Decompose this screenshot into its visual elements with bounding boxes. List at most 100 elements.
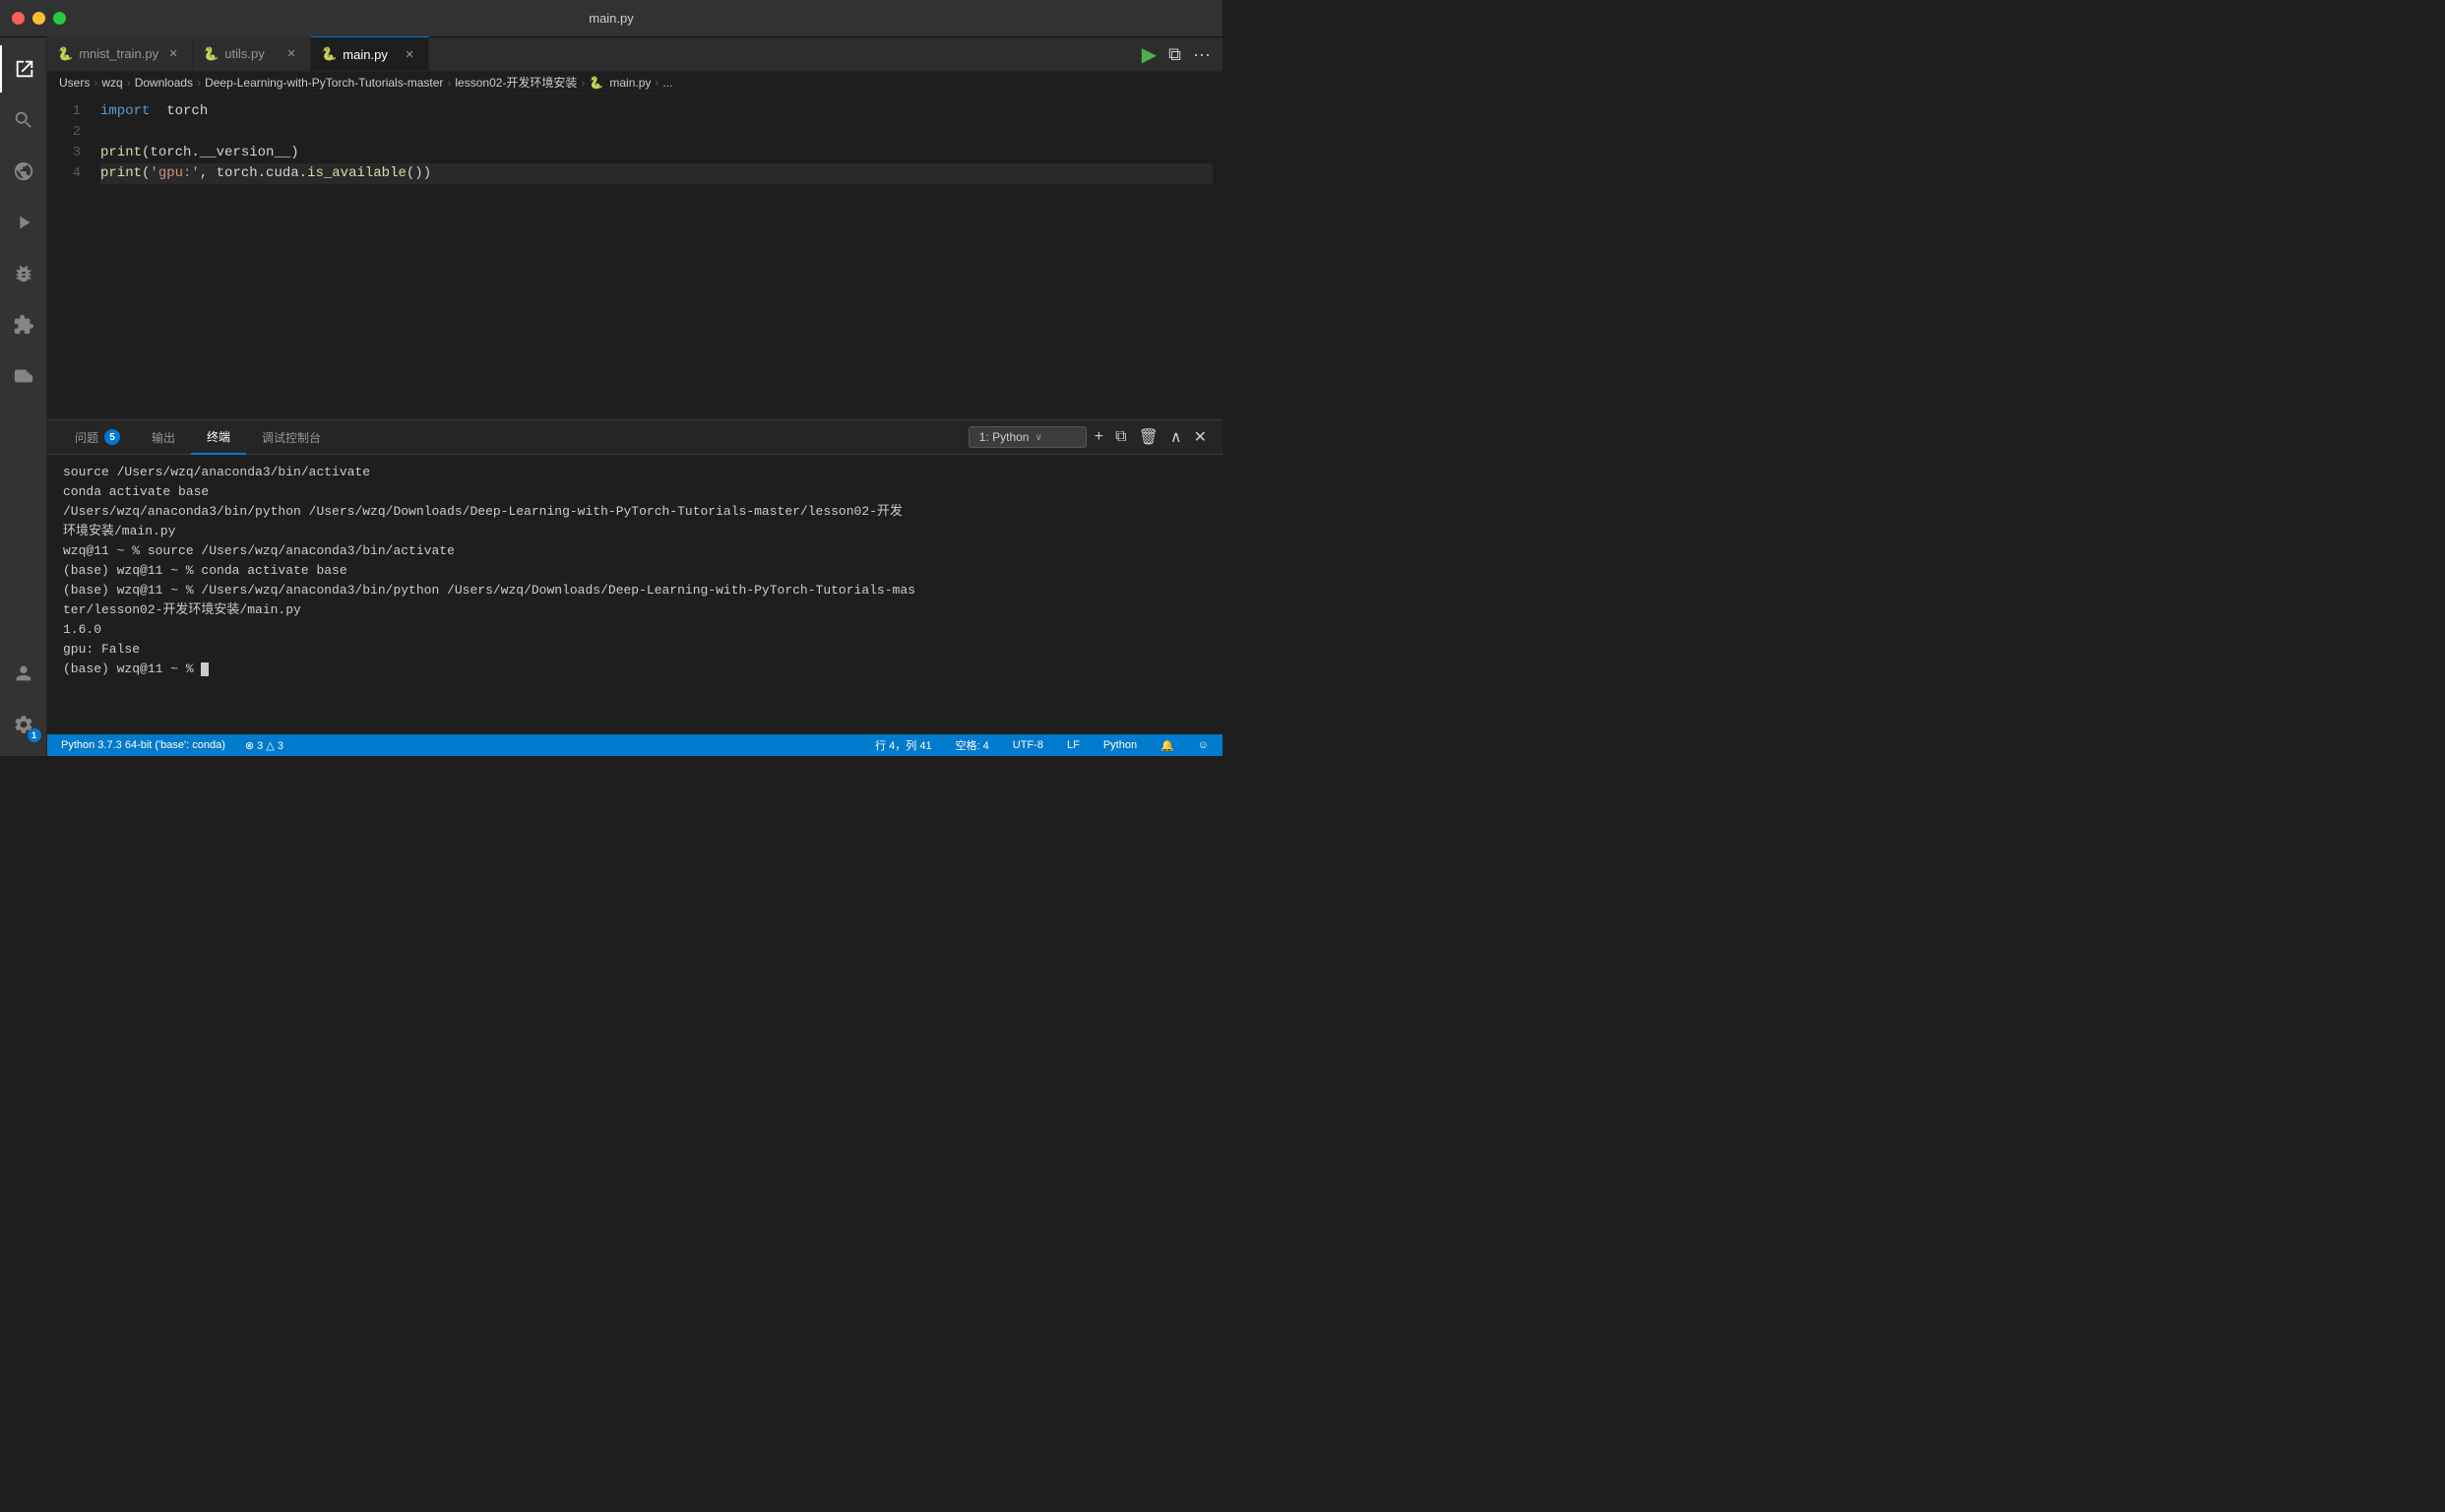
status-encoding[interactable]: UTF-8: [1007, 734, 1049, 756]
status-bar: Python 3.7.3 64-bit ('base': conda) ⊗ 3 …: [47, 734, 1222, 756]
tab-mnist[interactable]: 🐍 mnist_train.py ✕: [47, 36, 193, 71]
close-panel-button[interactable]: ✕: [1190, 423, 1211, 451]
maximize-button[interactable]: [53, 12, 66, 25]
minimize-button[interactable]: [32, 12, 45, 25]
terminal-content[interactable]: source /Users/wzq/anaconda3/bin/activate…: [47, 455, 1222, 734]
panel-tab-terminal[interactable]: 终端: [191, 420, 246, 455]
close-button[interactable]: [12, 12, 25, 25]
breadcrumb-lesson[interactable]: lesson02-开发环境安装: [455, 74, 577, 91]
breadcrumb-users[interactable]: Users: [59, 76, 90, 90]
tabs-actions: ▶ ⧉ ···: [1138, 38, 1222, 71]
terminal-line-3: /Users/wzq/anaconda3/bin/python /Users/w…: [63, 502, 1207, 541]
trash-terminal-button[interactable]: 🗑: [1135, 423, 1162, 451]
panel-tab-debug[interactable]: 调试控制台: [246, 420, 337, 455]
split-terminal-button[interactable]: ⧉: [1111, 424, 1130, 450]
status-eol-label: LF: [1067, 739, 1080, 751]
panel-tab-debug-label: 调试控制台: [262, 429, 321, 446]
sidebar-item-docker[interactable]: [0, 352, 47, 400]
breadcrumb-wzq[interactable]: wzq: [101, 76, 122, 90]
terminal-line-6: (base) wzq@11 ~ % /Users/wzq/anaconda3/b…: [63, 581, 1207, 620]
status-spaces-label: 空格: 4: [956, 737, 989, 753]
sidebar-item-run[interactable]: [0, 199, 47, 246]
status-errors-label: ⊗ 3 △ 3: [245, 739, 283, 752]
panel-tab-output-label: 输出: [152, 429, 175, 446]
code-line-3: print(torch.__version__): [100, 143, 1213, 163]
problems-badge: 5: [104, 429, 120, 445]
sidebar-item-git[interactable]: [0, 148, 47, 195]
bell-icon: 🔔: [1160, 739, 1174, 752]
tab-label-main: main.py: [343, 47, 388, 62]
window-title: main.py: [589, 11, 634, 26]
line-numbers: 1 2 3 4: [47, 101, 96, 411]
panel-actions: 1: Python ∨ + ⧉ 🗑 ∧ ✕: [969, 423, 1211, 451]
tabs-bar: 🐍 mnist_train.py ✕ 🐍 utils.py ✕ 🐍 main.p…: [47, 37, 1222, 72]
breadcrumb-project[interactable]: Deep-Learning-with-PyTorch-Tutorials-mas…: [205, 76, 443, 90]
status-spaces[interactable]: 空格: 4: [950, 734, 995, 756]
terminal-selector[interactable]: 1: Python ∨: [969, 426, 1087, 448]
more-actions-button[interactable]: ···: [1189, 40, 1215, 69]
breadcrumb-more[interactable]: ...: [662, 76, 672, 90]
run-button[interactable]: ▶: [1138, 38, 1160, 71]
sidebar-item-search[interactable]: [0, 96, 47, 144]
feedback-icon: ☺: [1198, 739, 1209, 751]
tab-close-main[interactable]: ✕: [401, 45, 418, 63]
activity-bar: 1: [0, 37, 47, 756]
panel-area: 问题 5 输出 终端 调试控制台 1: Python ∨ +: [47, 419, 1222, 734]
tab-utils[interactable]: 🐍 utils.py ✕: [193, 36, 311, 71]
sidebar-item-debug[interactable]: [0, 250, 47, 297]
tab-label-utils: utils.py: [224, 46, 264, 61]
sidebar-item-account[interactable]: [0, 650, 47, 697]
panel-tab-output[interactable]: 输出: [136, 420, 191, 455]
editor-scrollbar[interactable]: [1213, 101, 1222, 411]
terminal-line-9: (base) wzq@11 ~ %: [63, 660, 1207, 679]
code-line-1: import torch: [100, 101, 1213, 122]
settings-badge: 1: [28, 728, 41, 742]
tab-icon-mnist: 🐍: [57, 46, 73, 62]
tab-label-mnist: mnist_train.py: [79, 46, 158, 61]
terminal-line-1: source /Users/wzq/anaconda3/bin/activate: [63, 463, 1207, 482]
breadcrumb-downloads[interactable]: Downloads: [135, 76, 193, 90]
sidebar-item-extensions[interactable]: [0, 301, 47, 348]
terminal-line-4: wzq@11 ~ % source /Users/wzq/anaconda3/b…: [63, 541, 1207, 561]
new-terminal-button[interactable]: +: [1091, 424, 1107, 450]
panel-tab-problems[interactable]: 问题 5: [59, 420, 136, 455]
terminal-line-7: 1.6.0: [63, 620, 1207, 640]
code-line-4: print('gpu:', torch.cuda.is_available()): [100, 163, 1213, 184]
terminal-line-5: (base) wzq@11 ~ % conda activate base: [63, 561, 1207, 581]
status-language[interactable]: Python: [1097, 734, 1143, 756]
titlebar: main.py: [0, 0, 1222, 37]
editor-area: 🐍 mnist_train.py ✕ 🐍 utils.py ✕ 🐍 main.p…: [47, 37, 1222, 756]
status-branch-label: Python 3.7.3 64-bit ('base': conda): [61, 739, 225, 751]
status-notifications[interactable]: 🔔: [1155, 734, 1180, 756]
window-controls: [12, 12, 66, 25]
split-editor-button[interactable]: ⧉: [1164, 40, 1185, 69]
panel-tab-terminal-label: 终端: [207, 428, 230, 445]
tab-close-utils[interactable]: ✕: [282, 45, 300, 63]
status-encoding-label: UTF-8: [1013, 739, 1043, 751]
status-position[interactable]: 行 4，列 41: [869, 734, 937, 756]
dropdown-arrow-icon: ∨: [1034, 432, 1041, 443]
status-left: Python 3.7.3 64-bit ('base': conda) ⊗ 3 …: [55, 734, 289, 756]
tab-close-mnist[interactable]: ✕: [164, 45, 182, 63]
breadcrumb-file[interactable]: main.py: [609, 76, 651, 90]
activity-bar-bottom: 1: [0, 650, 47, 748]
code-editor[interactable]: 1 2 3 4 import torch print(torch.__versi…: [47, 94, 1222, 419]
chevron-up-button[interactable]: ∧: [1166, 423, 1186, 451]
sidebar-item-explorer[interactable]: [0, 45, 47, 93]
status-right: 行 4，列 41 空格: 4 UTF-8 LF Python 🔔: [869, 734, 1215, 756]
status-feedback[interactable]: ☺: [1192, 734, 1215, 756]
sidebar-item-settings[interactable]: 1: [0, 701, 47, 748]
status-branch[interactable]: Python 3.7.3 64-bit ('base': conda): [55, 734, 231, 756]
main-layout: 1 🐍 mnist_train.py ✕ 🐍 utils.py ✕ 🐍 main…: [0, 37, 1222, 756]
breadcrumb: Users › wzq › Downloads › Deep-Learning-…: [47, 72, 1222, 94]
tab-main[interactable]: 🐍 main.py ✕: [311, 36, 429, 71]
status-eol[interactable]: LF: [1061, 734, 1086, 756]
panel-tab-problems-label: 问题: [75, 429, 98, 446]
terminal-line-2: conda activate base: [63, 482, 1207, 502]
status-position-label: 行 4，列 41: [875, 737, 931, 753]
code-line-2: [100, 122, 1213, 143]
terminal-selector-label: 1: Python: [979, 430, 1030, 444]
status-errors[interactable]: ⊗ 3 △ 3: [239, 734, 289, 756]
tab-icon-main: 🐍: [321, 46, 337, 62]
code-content[interactable]: import torch print(torch.__version__) pr…: [96, 101, 1213, 411]
